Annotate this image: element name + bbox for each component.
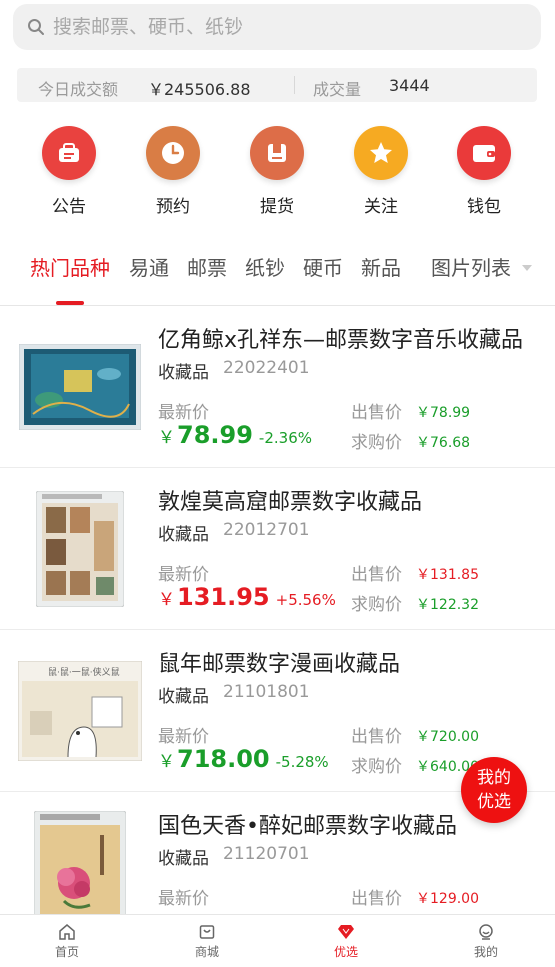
- price-change: +5.56%: [275, 591, 336, 609]
- float-button-line1: 我的: [477, 768, 511, 788]
- latest-price-value: 131.95: [177, 583, 270, 611]
- quick-action-label: 公告: [52, 197, 86, 217]
- item-title: 亿角鲸x孔祥东—邮票数字音乐收藏品: [158, 328, 524, 353]
- product-image: [18, 324, 142, 450]
- currency-symbol: ￥: [158, 590, 175, 610]
- nav-label: 首页: [54, 945, 79, 959]
- wallet-icon: [457, 126, 511, 180]
- quick-action-wallet[interactable]: 钱包: [434, 126, 534, 217]
- sell-price: ￥131.85: [416, 567, 479, 583]
- search-icon: [28, 19, 44, 35]
- quick-action-label: 预约: [156, 197, 190, 217]
- quick-action-follow[interactable]: 关注: [331, 126, 431, 217]
- bid-price-label: 求购价: [351, 595, 402, 615]
- item-code: 21120701: [223, 844, 310, 864]
- pickup-box-icon: [250, 126, 304, 180]
- latest-price-value: 78.99: [177, 421, 253, 449]
- price-change: -5.28%: [275, 753, 329, 771]
- sell-price: ￥129.00: [416, 891, 479, 907]
- latest-price-label: 最新价: [158, 565, 209, 585]
- list-item[interactable]: 亿角鲸x孔祥东—邮票数字音乐收藏品 收藏品 22022401 最新价 ￥78.9…: [0, 306, 555, 468]
- bid-price-label: 求购价: [351, 757, 402, 777]
- bid-price: ￥122.32: [416, 597, 479, 613]
- home-icon: [27, 921, 107, 943]
- tab-yitong[interactable]: 易通: [129, 252, 169, 281]
- quick-action-pickup[interactable]: 提货: [227, 126, 327, 217]
- nav-label: 我的: [473, 945, 498, 959]
- bid-price: ￥76.68: [416, 435, 471, 451]
- sell-price-label: 出售价: [351, 403, 402, 423]
- tab-hot[interactable]: 热门品种: [30, 252, 110, 281]
- quick-action-label: 钱包: [467, 197, 501, 217]
- quick-action-reservation[interactable]: 预约: [123, 126, 223, 217]
- item-category: 收藏品: [158, 687, 209, 707]
- chevron-down-icon[interactable]: [522, 265, 532, 271]
- star-icon: [354, 126, 408, 180]
- volume-value: 3444: [389, 76, 430, 95]
- item-category: 收藏品: [158, 849, 209, 869]
- category-tabs: 热门品种 易通 邮票 纸钞 硬币 新品 图片列表: [0, 250, 555, 306]
- trade-stats-bar: 今日成交额 ￥245506.88 成交量 3444: [17, 68, 537, 102]
- my-picks-float-button[interactable]: 我的 优选: [461, 757, 527, 823]
- bottom-nav: 首页 商城 优选 我的: [0, 914, 555, 967]
- float-button-line2: 优选: [477, 792, 511, 812]
- list-item[interactable]: 敦煌莫高窟邮票数字收藏品 收藏品 22012701 最新价 ￥131.95 +5.…: [0, 468, 555, 630]
- currency-symbol: ￥: [158, 428, 175, 448]
- item-title: 敦煌莫高窟邮票数字收藏品: [158, 490, 423, 515]
- latest-price-label: 最新价: [158, 403, 209, 423]
- item-title: 鼠年邮票数字漫画收藏品: [158, 652, 401, 677]
- sell-price-label: 出售价: [351, 889, 402, 909]
- clock-icon: [146, 126, 200, 180]
- item-code: 21101801: [223, 682, 310, 702]
- search-input[interactable]: [53, 16, 493, 38]
- bid-price-label: 求购价: [351, 433, 402, 453]
- view-toggle-image-list[interactable]: 图片列表: [431, 252, 511, 281]
- nav-shop[interactable]: 商城: [167, 921, 247, 960]
- divider: [294, 76, 295, 94]
- currency-symbol: ￥: [158, 752, 175, 772]
- active-tab-indicator: [56, 301, 84, 305]
- nav-label: 优选: [333, 945, 358, 959]
- shop-icon: [167, 921, 247, 943]
- nav-label: 商城: [194, 945, 219, 959]
- price-change: -2.36%: [258, 429, 312, 447]
- product-image: 鼠·鼠·一鼠·侠义鼠: [18, 648, 142, 774]
- tab-banknotes[interactable]: 纸钞: [245, 252, 285, 281]
- item-title: 国色天香•醉妃邮票数字收藏品: [158, 814, 457, 839]
- gem-icon: [306, 921, 386, 943]
- search-bar[interactable]: [13, 4, 541, 50]
- latest-price-value: 718.00: [177, 745, 270, 773]
- announcement-icon: [42, 126, 96, 180]
- tab-stamps[interactable]: 邮票: [187, 252, 227, 281]
- nav-profile[interactable]: 我的: [446, 921, 526, 960]
- tab-new[interactable]: 新品: [361, 252, 401, 281]
- latest-price: ￥718.00 -5.28%: [158, 745, 329, 773]
- latest-price-label: 最新价: [158, 889, 209, 909]
- item-code: 22012701: [223, 520, 310, 540]
- volume-label: 成交量: [313, 80, 362, 99]
- item-category: 收藏品: [158, 525, 209, 545]
- tab-coins[interactable]: 硬币: [303, 252, 343, 281]
- turnover-label: 今日成交额: [38, 80, 119, 99]
- nav-picks[interactable]: 优选: [306, 921, 386, 960]
- profile-icon: [446, 921, 526, 943]
- quick-action-label: 提货: [260, 197, 294, 217]
- item-code: 22022401: [223, 358, 310, 378]
- latest-price: ￥78.99 -2.36%: [158, 421, 312, 449]
- product-image: [18, 486, 142, 612]
- latest-price: ￥131.95 +5.56%: [158, 583, 336, 611]
- item-category: 收藏品: [158, 363, 209, 383]
- sell-price: ￥720.00: [416, 729, 479, 745]
- latest-price-label: 最新价: [158, 727, 209, 747]
- quick-action-label: 关注: [364, 197, 398, 217]
- svg-text:鼠·鼠·一鼠·侠义鼠: 鼠·鼠·一鼠·侠义鼠: [48, 666, 120, 678]
- nav-home[interactable]: 首页: [27, 921, 107, 960]
- sell-price: ￥78.99: [416, 405, 471, 421]
- sell-price-label: 出售价: [351, 727, 402, 747]
- quick-action-announcement[interactable]: 公告: [19, 126, 119, 217]
- sell-price-label: 出售价: [351, 565, 402, 585]
- turnover-value: ￥245506.88: [148, 80, 251, 99]
